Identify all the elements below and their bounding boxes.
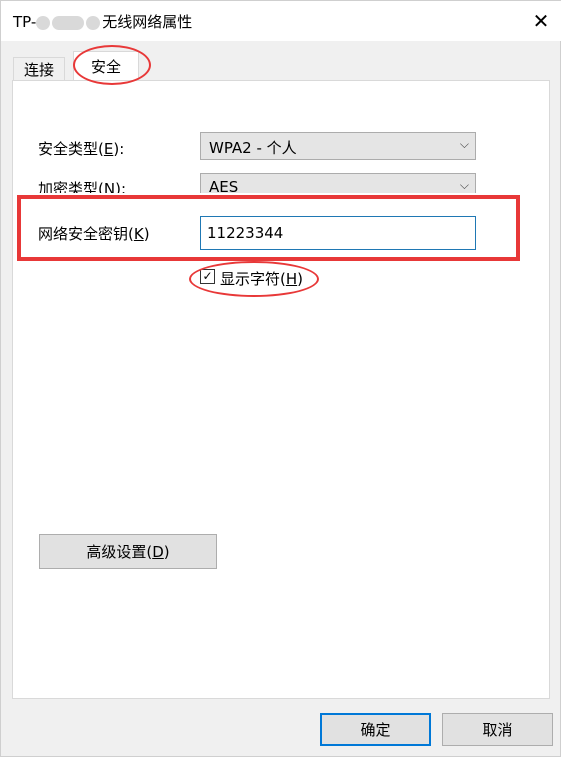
security-type-value: WPA2 - 个人 <box>209 139 297 157</box>
title-bar: TP- 无线网络属性 ✕ <box>1 1 561 41</box>
redacted-blur <box>86 15 101 30</box>
properties-dialog: TP- 无线网络属性 ✕ 连接 安全 安全类型(E): WPA2 - 个人 ⌵ 加… <box>0 0 561 757</box>
security-type-select[interactable]: WPA2 - 个人 ⌵ <box>200 132 476 160</box>
tab-connection[interactable]: 连接 <box>13 57 65 80</box>
encryption-type-select[interactable]: AES ⌵ <box>200 173 476 193</box>
network-key-label: 网络安全密钥(K) <box>38 223 150 244</box>
label-text: ) <box>163 543 170 561</box>
advanced-settings-button[interactable]: 高级设置(D) <box>39 534 217 569</box>
encryption-row-clip: 加密类型(N): AES ⌵ <box>31 171 491 193</box>
security-type-label: 安全类型(E): <box>38 138 124 159</box>
encryption-type-value: AES <box>209 178 239 193</box>
label-text: 加密类型( <box>38 180 104 193</box>
show-characters-checkbox[interactable]: ✓ <box>200 269 215 284</box>
window-title-prefix: TP- <box>13 13 37 31</box>
encryption-type-label: 加密类型(N): <box>38 178 126 193</box>
label-text: 安全类型( <box>38 140 104 158</box>
redacted-blur <box>36 15 51 30</box>
access-key: H <box>285 270 298 288</box>
access-key: E <box>103 140 114 158</box>
label-text: 高级设置( <box>86 543 153 561</box>
window-title: TP- 无线网络属性 <box>13 11 192 32</box>
chevron-down-icon: ⌵ <box>459 178 469 192</box>
close-icon[interactable]: ✕ <box>527 7 555 35</box>
label-text: 显示字符( <box>220 270 286 288</box>
label-text: ) <box>297 270 303 288</box>
redacted-blur <box>52 15 85 30</box>
network-key-input[interactable] <box>200 216 476 250</box>
cancel-button[interactable]: 取消 <box>442 713 553 746</box>
show-characters-label: 显示字符(H) <box>220 268 303 289</box>
chevron-down-icon: ⌵ <box>459 137 469 151</box>
label-text: 网络安全密钥( <box>38 225 134 243</box>
label-text: ): <box>115 180 126 193</box>
label-text: ): <box>113 140 125 158</box>
window-title-suffix: 无线网络属性 <box>102 13 193 31</box>
access-key: D <box>152 543 164 561</box>
tab-security[interactable]: 安全 <box>73 51 139 82</box>
access-key: K <box>133 225 144 243</box>
label-text: ) <box>143 225 150 243</box>
ok-button[interactable]: 确定 <box>320 713 431 746</box>
access-key: N <box>103 180 116 193</box>
